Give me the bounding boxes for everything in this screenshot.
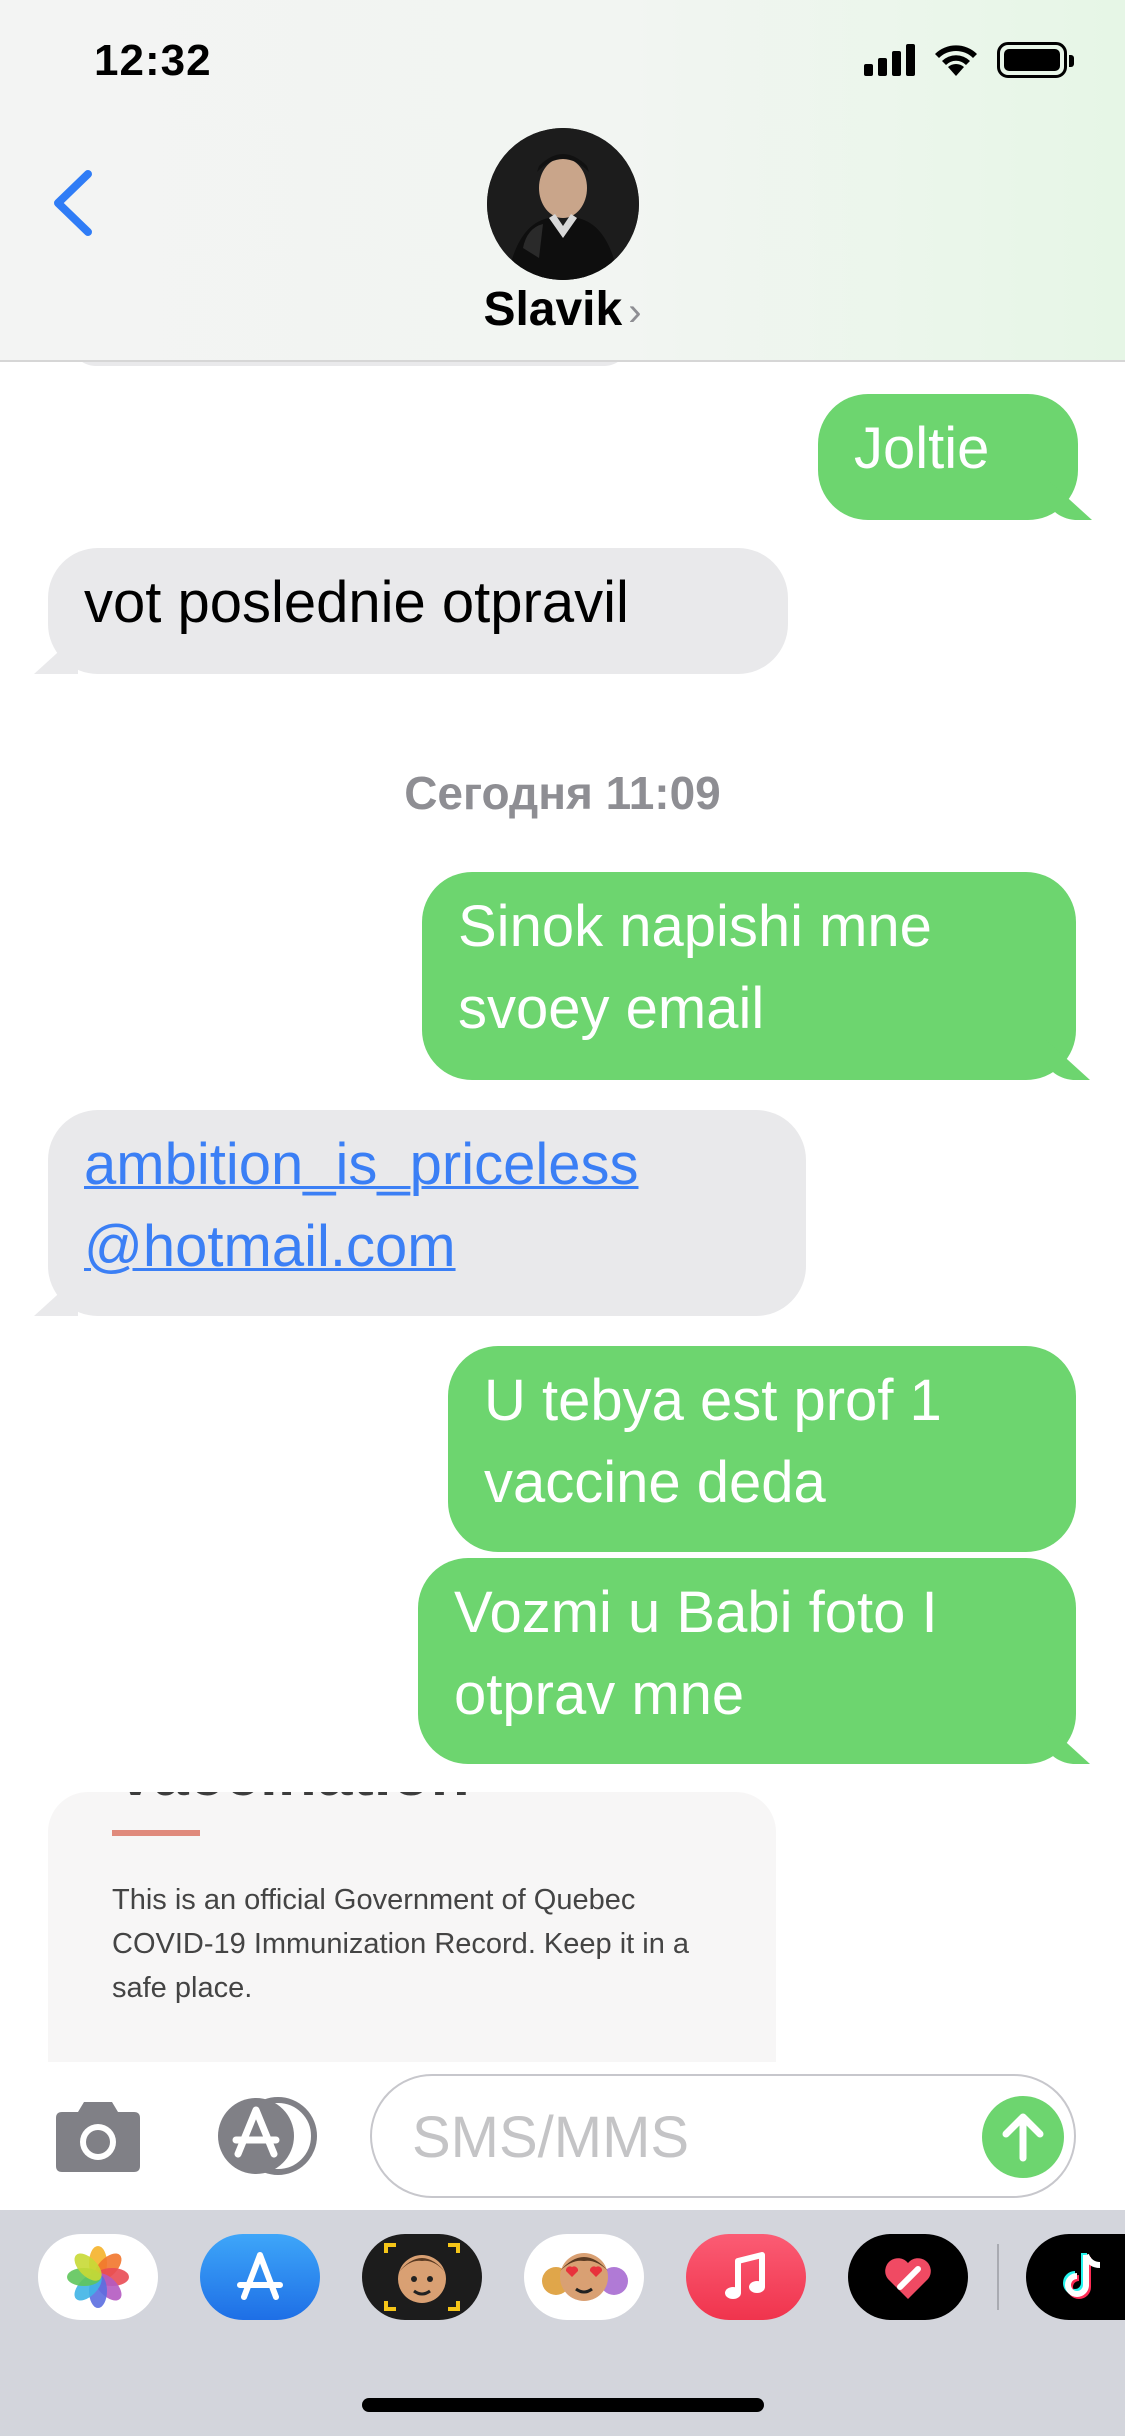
email-link[interactable]: ambition_is_priceless <box>84 1124 770 1206</box>
tiktok-icon <box>1062 2253 1100 2299</box>
drawer-divider <box>997 2244 999 2310</box>
message-text-line: Sinok napishi mne <box>458 894 932 959</box>
memoji-stickers-button[interactable] <box>524 2234 644 2320</box>
message-input[interactable]: SMS/MMS <box>370 2074 1076 2198</box>
status-icons <box>864 40 1074 80</box>
status-time: 12:32 <box>94 36 212 85</box>
music-icon <box>725 2252 765 2299</box>
avatar-photo <box>487 128 639 280</box>
contact-name-label: Slavik <box>483 283 623 336</box>
photos-app-button[interactable] <box>38 2234 158 2320</box>
attachment-rule <box>112 1830 200 1836</box>
home-indicator[interactable] <box>362 2398 764 2412</box>
wifi-icon <box>935 45 977 76</box>
memoji-stickers-icon <box>542 2253 628 2301</box>
message-text: Joltie <box>854 416 990 481</box>
chevron-right-icon: › <box>628 290 642 334</box>
photos-icon <box>67 2246 129 2308</box>
camera-icon[interactable] <box>50 2100 146 2174</box>
message-text-line: U tebya est prof 1 <box>484 1368 942 1433</box>
message-input-placeholder: SMS/MMS <box>412 2105 690 2170</box>
incoming-message[interactable]: vot poslednie otpravil <box>48 548 788 674</box>
send-button[interactable] <box>982 2096 1064 2178</box>
message-text-line: svoey email <box>458 976 765 1041</box>
message-text-line: vaccine deda <box>484 1450 826 1515</box>
attachment-text-line: safe place. <box>112 1972 253 2004</box>
attachment-text-line: This is an official Government of Quebec <box>112 1884 636 1916</box>
image-attachment[interactable]: Vaccination This is an official Governme… <box>48 1792 776 2062</box>
compose-bar: SMS/MMS <box>0 2062 1125 2210</box>
outgoing-message[interactable]: Sinok napishi mne svoey email <box>422 872 1076 1080</box>
message-timestamp: Сегодня 11:09 <box>404 767 721 819</box>
app-store-icon[interactable] <box>208 2096 318 2176</box>
conversation-header: 12:32 Slavik › <box>0 0 1125 362</box>
attachment-text: This is an official Government of Quebec… <box>112 1878 732 2010</box>
message-text-line: Vozmi u Babi foto I <box>454 1580 938 1645</box>
message-text-line: otprav mne <box>454 1662 745 1727</box>
battery-icon <box>997 42 1074 78</box>
memoji-camera-button[interactable] <box>362 2234 482 2320</box>
app-store-button[interactable] <box>200 2234 320 2320</box>
cellular-signal-icon <box>864 44 915 76</box>
outgoing-message[interactable]: Joltie <box>818 394 1078 520</box>
contact-avatar[interactable] <box>487 128 639 280</box>
music-button[interactable] <box>686 2234 806 2320</box>
arrow-up-icon <box>1002 2113 1044 2162</box>
contact-name[interactable]: Slavik › <box>0 282 1125 337</box>
outgoing-message[interactable]: U tebya est prof 1 vaccine deda <box>448 1346 1076 1552</box>
attachment-text-line: COVID-19 Immunization Record. Keep it in… <box>112 1928 690 1960</box>
digital-touch-button[interactable] <box>848 2234 968 2320</box>
email-link[interactable]: @hotmail.com <box>84 1206 770 1288</box>
tiktok-button[interactable] <box>1026 2234 1125 2320</box>
attachment-heading: Vaccination <box>114 1792 470 1810</box>
outgoing-message[interactable]: Vozmi u Babi foto I otprav mne <box>418 1558 1076 1764</box>
heart-icon <box>885 2258 931 2299</box>
back-chevron-icon[interactable] <box>44 168 104 238</box>
app-store-drawer-icon <box>237 2252 283 2300</box>
message-text: vot poslednie otpravil <box>84 570 629 635</box>
memoji-camera-icon <box>384 2243 460 2311</box>
incoming-message[interactable]: ambition_is_priceless @hotmail.com <box>48 1110 806 1316</box>
